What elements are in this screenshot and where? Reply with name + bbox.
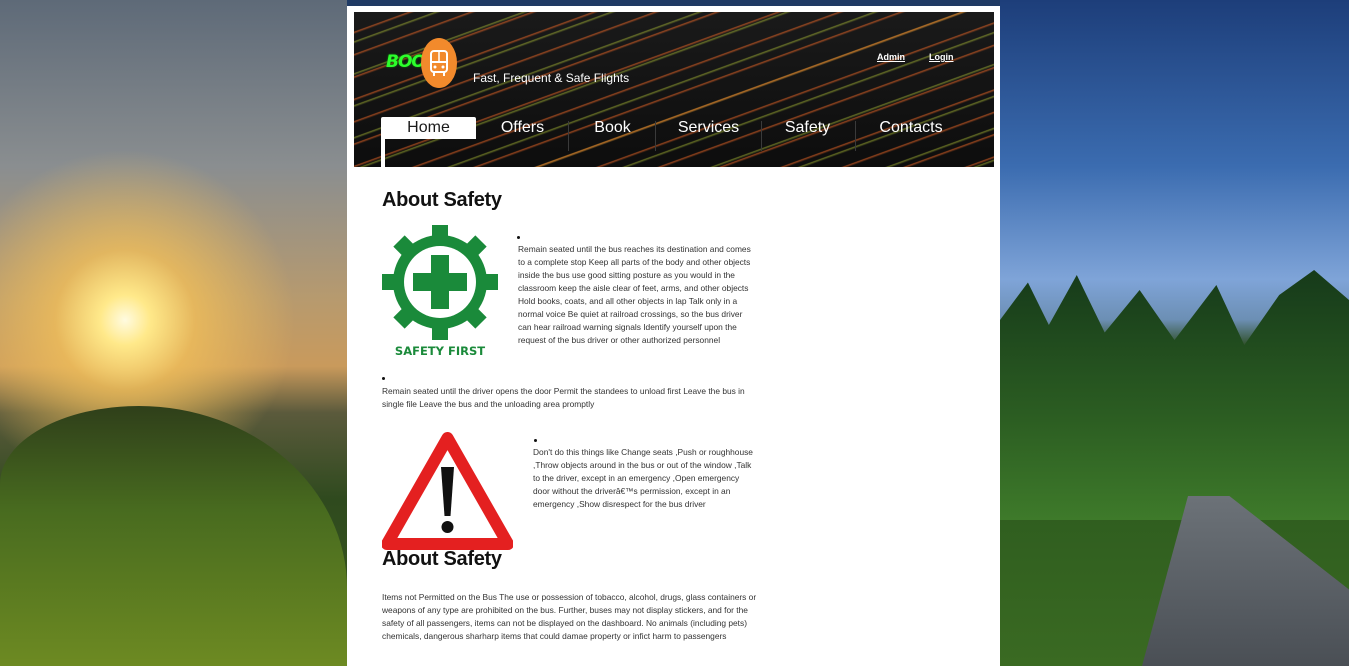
section-title-about-safety-2: About Safety xyxy=(382,548,502,570)
admin-link[interactable]: Admin xyxy=(877,52,905,62)
warning-triangle-icon xyxy=(381,432,514,552)
section-title-about-safety: About Safety xyxy=(382,189,502,211)
donts-paragraph: Don't do this things like Change seats ,… xyxy=(533,447,753,509)
nav-active-indicator xyxy=(381,139,385,167)
background-sunset-image xyxy=(0,0,347,666)
safety-first-icon: SAFETY FIRST xyxy=(382,224,498,358)
nav-separator xyxy=(761,121,762,151)
nav-book[interactable]: Book xyxy=(571,117,654,139)
nav-separator xyxy=(655,121,656,151)
bus-logo-icon[interactable] xyxy=(421,38,457,88)
unloading-rules-paragraph: Remain seated until the driver opens the… xyxy=(382,386,745,409)
nav-separator xyxy=(568,121,569,151)
site-header: BOOK Fast, Frequent & Safe Flights Admin… xyxy=(354,12,994,167)
safety-rules-paragraph: Remain seated until the bus reaches its … xyxy=(518,244,751,345)
background-hill xyxy=(0,406,347,666)
background-trees xyxy=(1000,270,1349,520)
items-not-permitted-paragraph: Items not Permitted on the Bus The use o… xyxy=(382,592,757,641)
bullet xyxy=(382,377,385,380)
background-road xyxy=(1142,496,1349,666)
site-tagline: Fast, Frequent & Safe Flights xyxy=(473,71,630,85)
background-road-image xyxy=(1000,0,1349,666)
bullet xyxy=(517,236,520,239)
login-link[interactable]: Login xyxy=(929,52,954,62)
nav-safety[interactable]: Safety xyxy=(766,117,849,139)
nav-separator xyxy=(855,121,856,151)
nav-contacts[interactable]: Contacts xyxy=(861,117,961,139)
nav-services[interactable]: Services xyxy=(661,117,756,139)
nav-offers[interactable]: Offers xyxy=(481,117,564,139)
safety-first-caption: SAFETY FIRST xyxy=(394,344,486,358)
nav-home[interactable]: Home xyxy=(381,117,476,139)
bullet xyxy=(534,439,537,442)
page-container: BOOK Fast, Frequent & Safe Flights Admin… xyxy=(347,6,1000,666)
